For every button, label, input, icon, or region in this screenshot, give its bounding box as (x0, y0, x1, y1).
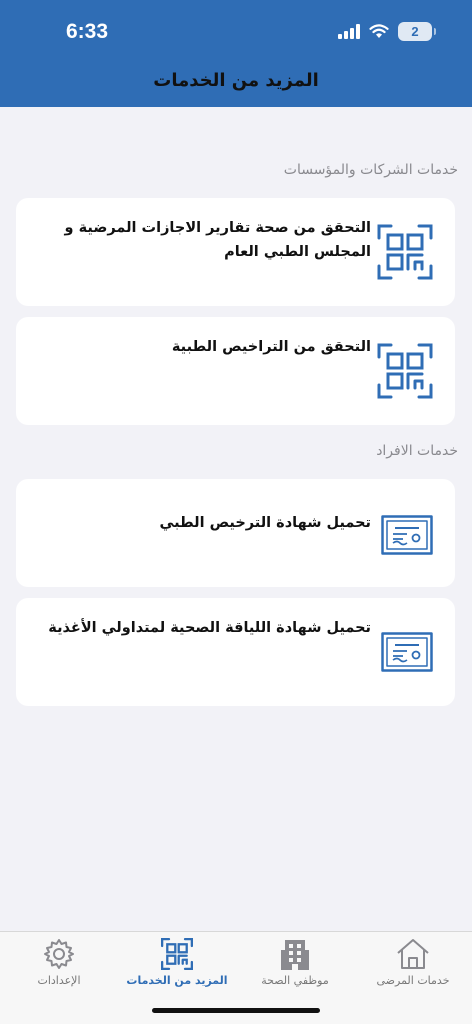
house-icon (397, 939, 429, 969)
tab-settings[interactable]: الإعدادات (0, 938, 118, 994)
signal-icon (338, 24, 360, 39)
service-card-verify-licenses[interactable]: التحقق من التراخيص الطبية (16, 317, 455, 425)
service-card-verify-sick-leave[interactable]: التحقق من صحة تقارير الاجازات المرضية و … (16, 198, 455, 306)
service-card-download-license-certificate[interactable]: تحميل شهادة الترخيص الطبي (16, 479, 455, 587)
tab-label: موظفي الصحة (261, 974, 329, 987)
tab-label: خدمات المرضى (376, 974, 450, 987)
wifi-icon (369, 24, 389, 38)
qr-code-icon (377, 224, 433, 280)
battery-level: 2 (411, 24, 419, 39)
home-indicator[interactable] (152, 1008, 320, 1013)
tab-label: الإعدادات (37, 974, 81, 987)
building-icon (281, 940, 309, 970)
service-card-label: التحقق من صحة تقارير الاجازات المرضية و … (64, 220, 371, 260)
page-title: المزيد من الخدمات (153, 70, 319, 91)
certificate-icon (381, 632, 433, 672)
service-card-label: التحقق من التراخيص الطبية (171, 339, 371, 355)
app-header: 6:33 2 المزيد من الخدمات (0, 0, 472, 107)
status-icons: 2 (338, 22, 436, 41)
status-bar: 6:33 2 (0, 0, 472, 62)
service-card-label: تحميل شهادة الترخيص الطبي (159, 515, 371, 531)
qr-code-icon (377, 343, 433, 399)
battery-indicator: 2 (398, 22, 436, 41)
section-title-individuals: خدمات الافراد (376, 443, 458, 459)
service-card-label: تحميل شهادة اللياقة الصحية لمتداولي الأغ… (48, 620, 371, 636)
tab-health-staff[interactable]: موظفي الصحة (236, 938, 354, 994)
certificate-icon (381, 515, 433, 555)
service-card-download-fitness-certificate[interactable]: تحميل شهادة اللياقة الصحية لمتداولي الأغ… (16, 598, 455, 706)
tab-label: المزيد من الخدمات (126, 974, 228, 987)
section-title-companies: خدمات الشركات والمؤسسات (283, 162, 458, 178)
qr-code-icon (161, 938, 193, 970)
status-time: 6:33 (66, 20, 109, 43)
gear-icon (44, 939, 74, 969)
tab-patient-services[interactable]: خدمات المرضى (354, 938, 472, 994)
tab-more-services[interactable]: المزيد من الخدمات (118, 938, 236, 994)
